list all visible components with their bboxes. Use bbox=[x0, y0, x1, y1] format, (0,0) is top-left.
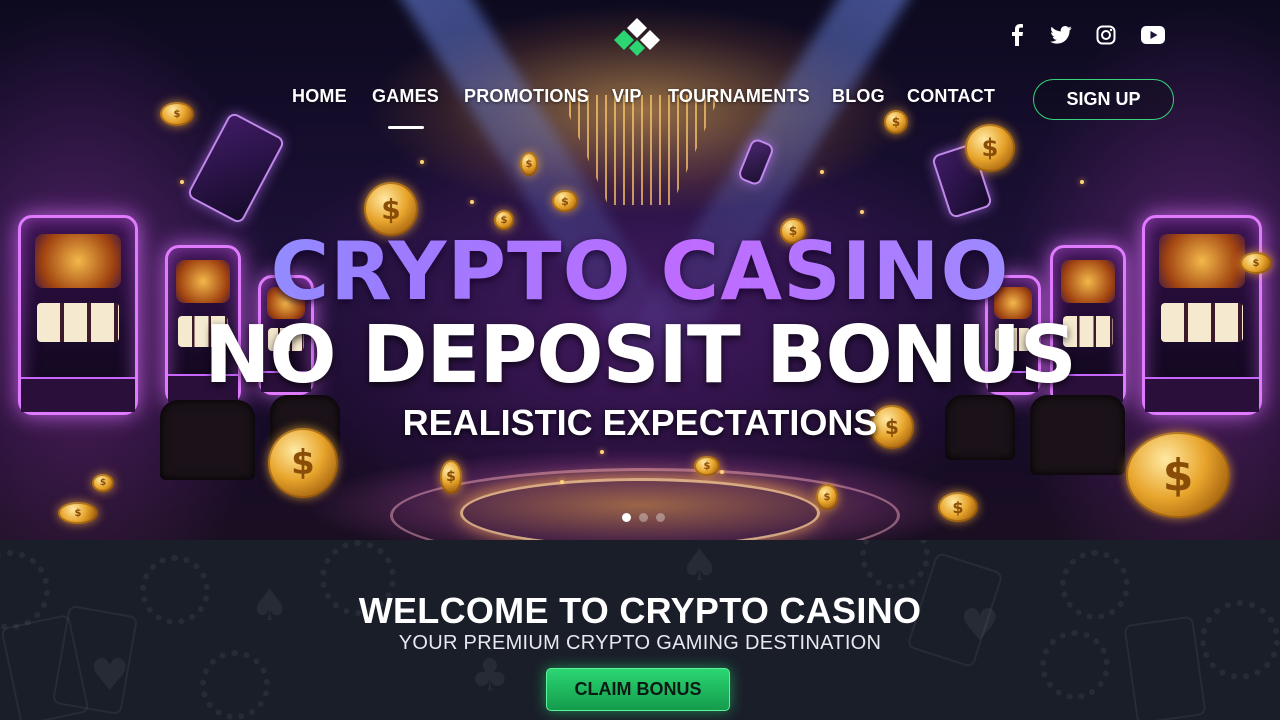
sparkle bbox=[560, 480, 564, 484]
nav-promotions[interactable]: PROMOTIONS bbox=[464, 86, 589, 107]
coin-icon: $ bbox=[965, 124, 1015, 172]
coin-icon: $ bbox=[92, 474, 114, 492]
hero-banner: $ $ $ $ $ $ $ $ $ $ $ $ $ $ $ $ $ $ H bbox=[0, 0, 1280, 540]
coin-icon: $ bbox=[694, 456, 720, 476]
welcome-subtitle: YOUR PREMIUM CRYPTO GAMING DESTINATION bbox=[398, 632, 882, 654]
nav-home[interactable]: HOME bbox=[292, 86, 347, 107]
sparkle bbox=[180, 180, 184, 184]
coin-icon: $ bbox=[520, 152, 538, 176]
carousel-dots bbox=[622, 513, 665, 522]
hero-title-line1: CRYPTO CASINO bbox=[0, 232, 1280, 312]
coin-icon: $ bbox=[884, 110, 908, 134]
carousel-dot[interactable] bbox=[656, 513, 665, 522]
nav-tournaments[interactable]: TOURNAMENTS bbox=[668, 86, 810, 107]
club-icon: ♣ bbox=[470, 650, 510, 701]
active-nav-indicator bbox=[388, 126, 424, 129]
coin-icon: $ bbox=[440, 460, 462, 494]
nav-contact[interactable]: CONTACT bbox=[907, 86, 995, 107]
sparkle bbox=[820, 170, 824, 174]
sparkle bbox=[470, 200, 474, 204]
coin-icon: $ bbox=[160, 102, 194, 126]
sparkle bbox=[860, 210, 864, 214]
coin-icon: $ bbox=[552, 190, 578, 212]
carousel-dot[interactable] bbox=[622, 513, 631, 522]
sparkle bbox=[720, 470, 724, 474]
coin-icon: $ bbox=[1126, 432, 1230, 518]
poker-chip-pattern bbox=[200, 650, 270, 720]
facebook-icon[interactable] bbox=[1004, 22, 1030, 48]
twitter-icon[interactable] bbox=[1048, 22, 1074, 48]
carousel-dot[interactable] bbox=[639, 513, 648, 522]
coin-icon: $ bbox=[938, 492, 978, 522]
spade-icon: ♠ bbox=[680, 540, 720, 591]
welcome-title: WELCOME TO CRYPTO CASINO bbox=[358, 590, 922, 631]
floor-ring-inner bbox=[460, 478, 820, 540]
floating-card bbox=[186, 111, 286, 225]
nav-vip[interactable]: VIP bbox=[612, 86, 642, 107]
claim-bonus-button[interactable]: CLAIM BONUS bbox=[546, 668, 730, 711]
nav-games[interactable]: GAMES bbox=[372, 86, 439, 107]
coin-icon: $ bbox=[58, 502, 98, 524]
sparkle bbox=[1080, 180, 1084, 184]
youtube-icon[interactable] bbox=[1140, 22, 1166, 48]
sparkle bbox=[420, 160, 424, 164]
poker-chip-pattern bbox=[860, 540, 930, 590]
heart-icon: ♥ bbox=[90, 650, 130, 701]
nav-blog[interactable]: BLOG bbox=[832, 86, 885, 107]
hero-subtitle: REALISTIC EXPECTATIONS bbox=[402, 402, 878, 443]
sign-up-button[interactable]: SIGN UP bbox=[1033, 79, 1174, 120]
diamond-logo-icon[interactable] bbox=[612, 16, 662, 56]
coin-icon: $ bbox=[816, 484, 838, 510]
hero-title-line2: NO DEPOSIT BONUS bbox=[204, 309, 1077, 401]
instagram-icon[interactable] bbox=[1093, 22, 1119, 48]
sparkle bbox=[600, 450, 604, 454]
